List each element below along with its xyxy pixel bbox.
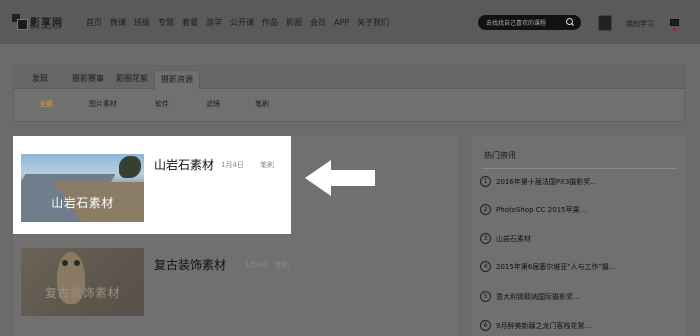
tab-circle-highlights[interactable]: 影圈花絮 [110,70,154,89]
news-item[interactable]: 4 2015年第6届塞尔维亚"人与工作"摄... [480,261,680,273]
news-rank: 6 [480,320,491,331]
nav-item-study-tour[interactable]: 游学 [206,17,222,28]
news-link[interactable]: 2016年第十届法国PX3摄影奖... [496,177,597,187]
news-rank: 4 [480,261,491,272]
resource-tag[interactable]: 笔刷 [260,160,274,170]
resource-thumbnail[interactable]: 复古装饰素材 [21,248,144,316]
sub-tab-bar: 全部 图片素材 软件 滤镜 笔刷 [14,96,686,110]
news-link[interactable]: PhotoShop CC 2015苹果... [496,205,586,215]
pointer-arrow-icon [305,160,375,196]
news-link[interactable]: 2015年第6届塞尔维亚"人与工作"摄... [496,262,615,272]
list-item[interactable]: 山岩石素材 山岩石素材 1月4日 笔刷 [13,136,291,234]
search-box[interactable]: 去找找自己喜欢的课程 [478,15,581,30]
divider [482,168,677,169]
subtab-image-assets[interactable]: 图片素材 [89,99,117,109]
nav-item-class[interactable]: 班级 [134,17,150,28]
news-link[interactable]: 意大利锡耶纳国际摄影奖... [496,292,580,302]
resource-date: 1月4日 [245,261,268,269]
top-navigation-bar: 影享网 www.yxwp.com 首页 微课 班级 专题 套餐 游学 公开课 作品 影圈 会员 AP… [0,0,700,44]
thumbnail-caption: 山岩石素材 [51,196,114,210]
news-rank: 1 [480,176,491,187]
site-logo[interactable]: 影享网 www.yxwp.com [12,14,68,32]
news-rank: 2 [480,204,491,215]
nav-item-open-class[interactable]: 公开课 [230,17,254,28]
nav-item-topic[interactable]: 专题 [158,17,174,28]
nav-item-member[interactable]: 会员 [310,17,326,28]
tab-discover[interactable]: 发现 [26,70,54,89]
subtab-brushes[interactable]: 笔刷 [255,99,269,109]
tab-photo-resources[interactable]: 摄影资源 [154,70,200,89]
news-item[interactable]: 1 2016年第十届法国PX3摄影奖... [480,176,680,188]
hot-news-panel: 热门资讯 1 2016年第十届法国PX3摄影奖... 2 PhotoShop C… [472,136,687,336]
news-rank: 3 [480,233,491,244]
my-study-link[interactable]: 我的学习 [626,19,654,29]
avatar[interactable] [598,15,612,31]
news-item[interactable]: 5 意大利锡耶纳国际摄影奖... [480,291,680,303]
news-item[interactable]: 6 9月醉美新疆之龙门客栈花絮... [480,320,680,332]
tab-photo-contest[interactable]: 摄影赛事 [66,70,110,89]
thumb-tree [119,156,141,178]
mail-icon[interactable] [670,19,679,31]
news-link[interactable]: 9月醉美新疆之龙门客栈花絮... [496,321,591,331]
subtab-software[interactable]: 软件 [155,99,169,109]
resource-tag[interactable]: 笔刷 [275,260,289,270]
news-link[interactable]: 山岩石素材 [496,234,531,244]
thumb-owl-eye [62,260,68,266]
hot-news-title: 热门资讯 [484,151,516,160]
subtab-all[interactable]: 全部 [39,99,53,109]
resource-title[interactable]: 山岩石素材 [154,156,214,173]
main-nav: 首页 微课 班级 专题 套餐 游学 公开课 作品 影圈 会员 APP 关于我们 [86,17,397,29]
resource-list: 山岩石素材 山岩石素材 1月4日 笔刷 复古装饰素材 复古装饰素材 1月4日 笔… [13,136,459,336]
nav-item-works[interactable]: 作品 [262,17,278,28]
resource-date: 1月4日 [221,161,244,169]
news-item[interactable]: 3 山岩石素材 [480,233,680,245]
resource-thumbnail[interactable]: 山岩石素材 [21,154,144,222]
resource-title[interactable]: 复古装饰素材 [154,256,226,273]
thumb-owl-eye [74,260,80,266]
category-panel: 发现 摄影赛事 影圈花絮 摄影资源 全部 图片素材 软件 滤镜 笔刷 [13,65,686,122]
news-item[interactable]: 2 PhotoShop CC 2015苹果... [480,204,680,216]
news-rank: 5 [480,291,491,302]
nav-item-home[interactable]: 首页 [86,17,102,28]
nav-item-package[interactable]: 套餐 [182,17,198,28]
tab-bar: 发现 摄影赛事 影圈花絮 摄影资源 [14,66,686,89]
nav-item-microcourse[interactable]: 微课 [110,17,126,28]
nav-item-about[interactable]: 关于我们 [357,17,389,28]
thumbnail-caption: 复古装饰素材 [44,286,120,300]
list-item[interactable]: 复古装饰素材 复古装饰素材 1月4日 笔刷 [13,236,459,336]
logo-url: www.yxwp.com [30,25,62,30]
nav-item-circle[interactable]: 影圈 [286,17,302,28]
nav-item-app[interactable]: APP [334,18,349,27]
logo-mark-icon [12,14,28,30]
subtab-filters[interactable]: 滤镜 [206,99,220,109]
search-icon[interactable] [566,18,574,26]
notification-dot [673,28,676,31]
search-input[interactable]: 去找找自己喜欢的课程 [486,18,546,27]
